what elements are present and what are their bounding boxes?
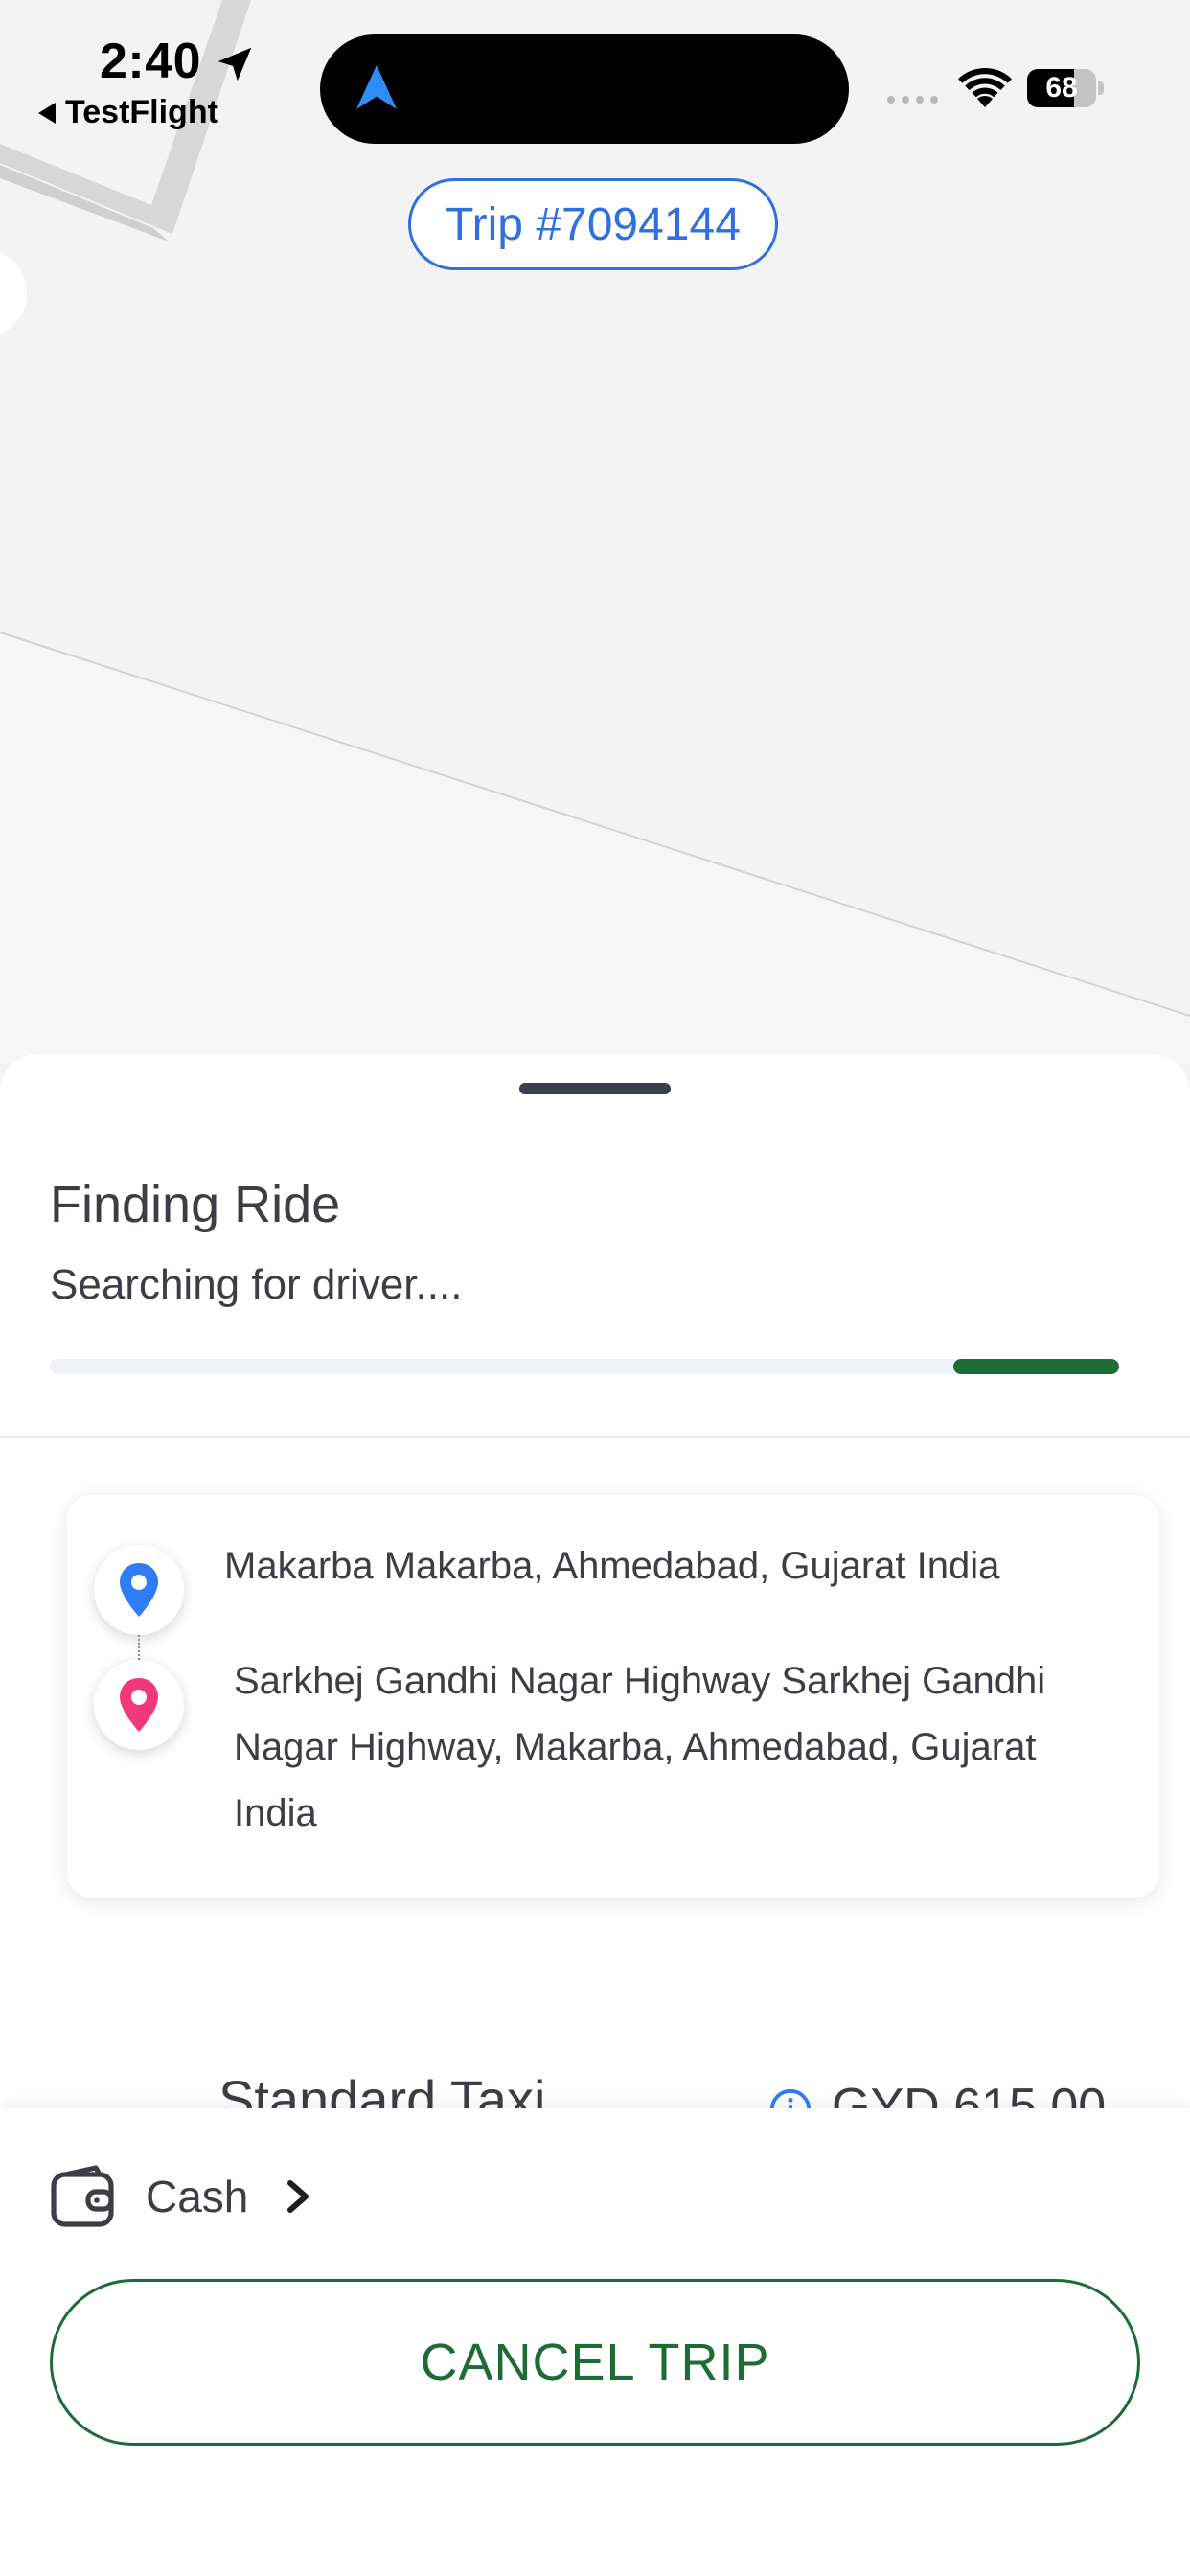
chevron-right-icon <box>287 2180 309 2213</box>
battery-percent: 68 <box>1045 72 1078 104</box>
pickup-marker <box>94 1545 184 1635</box>
status-time: 2:40 <box>100 34 202 89</box>
back-triangle-icon <box>38 102 56 124</box>
pickup-address: Makarba Makarba, Ahmedabad, Gujarat Indi… <box>224 1545 1000 1587</box>
map-view[interactable] <box>0 0 1190 1064</box>
location-arrow-icon <box>217 47 252 81</box>
cellular-signal-icon <box>887 96 938 104</box>
dynamic-island <box>320 34 849 144</box>
back-app-label: TestFlight <box>65 94 218 130</box>
dropoff-address: Sarkhej Gandhi Nagar Highway Sarkhej Gan… <box>234 1660 1046 1834</box>
dropoff-marker <box>94 1660 184 1750</box>
ride-status-subtitle: Searching for driver.... <box>50 1261 463 1308</box>
payment-method-label: Cash <box>146 2172 249 2221</box>
payment-method-selector[interactable]: Cash <box>50 2158 313 2235</box>
trip-number-badge[interactable]: Trip #7094144 <box>408 178 778 270</box>
wifi-icon <box>958 67 1012 107</box>
battery-indicator: 68 <box>1027 69 1104 107</box>
navigation-arrow-icon <box>355 65 398 109</box>
dropoff-pin-icon <box>120 1678 158 1732</box>
map-roads <box>0 0 1190 1064</box>
ride-status-title: Finding Ride <box>50 1176 341 1233</box>
wallet-icon <box>51 2165 114 2227</box>
pickup-pin-icon <box>120 1563 158 1617</box>
route-card: Makarba Makarba, Ahmedabad, Gujarat Indi… <box>67 1495 1159 1898</box>
progress-indicator <box>953 1359 1119 1374</box>
cancel-trip-button[interactable]: CANCEL TRIP <box>50 2279 1140 2446</box>
back-to-testflight-link[interactable]: TestFlight <box>38 94 218 131</box>
sheet-grabber[interactable] <box>519 1083 671 1094</box>
search-progress-bar <box>50 1359 1119 1374</box>
footer-actions: Cash CANCEL TRIP <box>0 2108 1190 2471</box>
divider <box>0 1436 1190 1438</box>
